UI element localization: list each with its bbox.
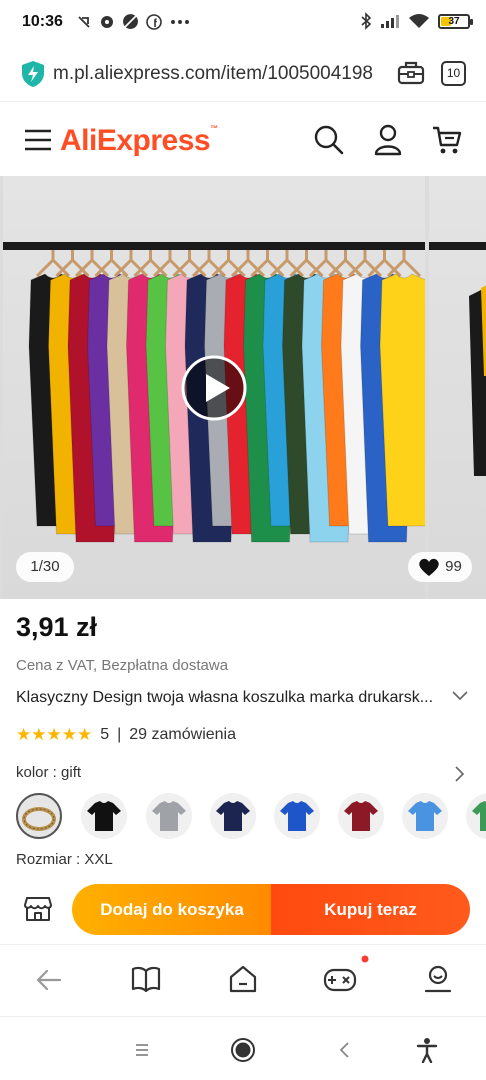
home-icon[interactable] (229, 965, 257, 993)
bluetooth-icon (361, 12, 372, 30)
hanger (94, 250, 129, 278)
briefcase-icon[interactable] (397, 60, 425, 86)
screen-record-icon (78, 15, 90, 28)
hanger (347, 250, 383, 278)
cart-icon[interactable] (432, 125, 462, 155)
notification-dot-icon (361, 955, 369, 963)
color-swatches (16, 793, 486, 843)
hanger (191, 250, 227, 278)
hanger (152, 250, 188, 278)
tshirt-icon (472, 801, 486, 831)
tshirt-icon (280, 801, 314, 831)
tshirt-icon (152, 801, 186, 831)
swatch-navy[interactable] (210, 793, 256, 839)
next-photo-preview (429, 242, 486, 476)
likes-count: 99 (445, 558, 462, 575)
product-price: 3,91 zł (16, 612, 98, 642)
hanger (250, 250, 285, 278)
hanger (133, 250, 168, 278)
bookmarks-icon[interactable] (131, 966, 161, 992)
tshirt-icon (216, 801, 250, 831)
facebook-icon (146, 13, 162, 30)
hanger (269, 250, 305, 278)
product-photo-next[interactable] (429, 176, 486, 599)
browser-address-bar: m.pl.aliexpress.com/item/1005004198 10 (0, 46, 486, 102)
status-bar: 10:36 37 (0, 0, 486, 46)
tab-switcher-button[interactable]: 10 (441, 61, 466, 86)
hanger (113, 250, 149, 278)
tshirt-icon (87, 801, 121, 831)
system-back-icon[interactable] (338, 1041, 350, 1059)
product-title[interactable]: Klasyczny Design twoja własna koszulka m… (16, 689, 436, 707)
hanger (308, 250, 344, 278)
orders-count: 29 zamówienia (129, 726, 236, 743)
profile-icon[interactable] (424, 965, 452, 993)
hanger (74, 250, 110, 278)
hanger (230, 250, 266, 278)
price-note: Cena z VAT, Bezpłatna dostawa (16, 657, 229, 674)
photo-counter: 1/30 (16, 552, 74, 582)
vpn-icon (101, 15, 113, 28)
battery-level: 37 (448, 15, 460, 27)
hanger (328, 250, 363, 278)
swatch-blue[interactable] (274, 793, 320, 839)
buy-now-button[interactable]: Kupuj teraz (271, 884, 470, 935)
star-rating-icon: ★★★★★ (16, 725, 93, 744)
hanger (211, 250, 246, 278)
color-label: kolor : gift (16, 764, 82, 781)
rating-separator: | (117, 726, 122, 743)
hanger (289, 250, 324, 278)
rating-row[interactable]: ★★★★★ 5 | 29 zamówienia (16, 725, 236, 745)
account-icon[interactable] (374, 124, 402, 156)
system-navigation-bar (0, 1016, 486, 1080)
swatch-black[interactable] (81, 793, 127, 839)
clothing-rail (3, 242, 425, 250)
chevron-down-icon[interactable] (452, 690, 468, 702)
game-controller-icon[interactable] (323, 967, 357, 993)
hanger (367, 250, 402, 278)
search-icon[interactable] (314, 125, 344, 155)
hanger (55, 250, 90, 278)
url-text[interactable]: m.pl.aliexpress.com/item/1005004198 (53, 63, 383, 85)
more-dots-icon (171, 19, 189, 24)
menu-icon[interactable] (24, 128, 52, 152)
battery-icon: 37 (438, 13, 473, 29)
back-arrow-icon[interactable] (36, 969, 62, 991)
rating-value: 5 (100, 726, 110, 743)
hanger (172, 250, 207, 278)
purchase-action-bar: Dodaj do koszyka Kupuj teraz (0, 876, 486, 944)
tshirt (379, 273, 425, 527)
wishlist-button[interactable]: 99 (408, 552, 472, 582)
swatch-light-blue[interactable] (402, 793, 448, 839)
wifi-icon (409, 14, 429, 28)
shield-lock-icon[interactable] (20, 60, 46, 88)
site-header: AliExpress™ (0, 103, 486, 175)
clock: 10:36 (22, 13, 63, 30)
chevron-right-icon[interactable] (454, 766, 466, 782)
swatch-green[interactable] (466, 793, 486, 839)
accessibility-icon[interactable] (416, 1037, 438, 1063)
recent-apps-icon[interactable] (134, 1043, 150, 1057)
swatch-burgundy[interactable] (338, 793, 384, 839)
swatch-grey[interactable] (146, 793, 192, 839)
swatch-gift[interactable] (16, 793, 62, 839)
aliexpress-logo[interactable]: AliExpress™ (60, 124, 218, 158)
product-gallery[interactable] (0, 176, 486, 599)
logo-text: AliExpress (60, 124, 211, 157)
tshirt-icon (344, 801, 378, 831)
browser-toolbar (0, 944, 486, 1016)
logo-mark: ™ (210, 124, 218, 133)
dnd-icon (123, 14, 138, 29)
heart-icon (419, 558, 439, 576)
bracelet-icon (22, 807, 56, 831)
signal-icon (381, 15, 399, 28)
store-icon[interactable] (24, 896, 52, 922)
tshirt-icon (408, 801, 442, 831)
hanger (35, 250, 71, 278)
add-to-cart-button[interactable]: Dodaj do koszyka (72, 884, 272, 935)
play-video-icon[interactable] (180, 354, 248, 422)
hanger (386, 250, 422, 278)
size-label: Rozmiar : XXL (16, 851, 113, 868)
home-button-icon[interactable] (230, 1037, 256, 1063)
